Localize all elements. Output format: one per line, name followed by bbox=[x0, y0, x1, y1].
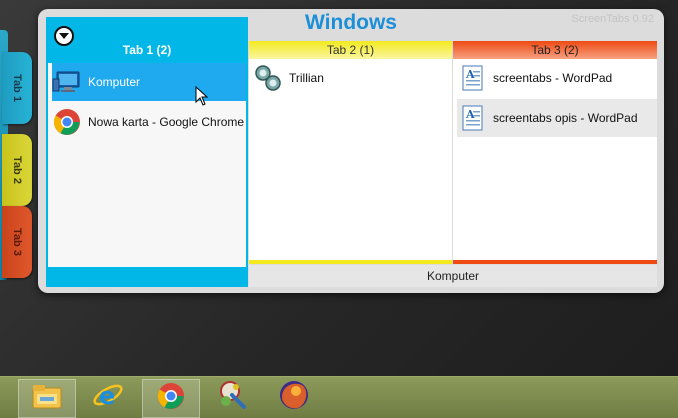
tab-header-2[interactable]: Tab 2 (1) bbox=[249, 41, 452, 59]
trillian-icon bbox=[253, 63, 283, 93]
tab-column-1: Tab 1 (2) Komputer Nowa karta - Google C… bbox=[46, 17, 248, 287]
taskbar: e bbox=[0, 376, 678, 418]
taskbar-internet-explorer[interactable]: e bbox=[80, 379, 136, 416]
brush-icon bbox=[216, 379, 248, 416]
tab-column-2: Tab 2 (1) Trillian bbox=[249, 41, 452, 287]
tab-column-3: Tab 3 (2) A screentabs - WordPad A scree… bbox=[453, 41, 657, 287]
list-item-komputer[interactable]: Komputer bbox=[52, 63, 246, 101]
tab-list-3: A screentabs - WordPad A screentabs opis… bbox=[453, 59, 657, 260]
taskbar-chrome[interactable] bbox=[142, 379, 200, 418]
tab-header-3[interactable]: Tab 3 (2) bbox=[453, 41, 657, 59]
tab-list-2: Trillian bbox=[249, 59, 452, 260]
status-bar: Komputer bbox=[249, 265, 657, 287]
side-tab-label: Tab 1 bbox=[10, 74, 23, 102]
side-tab-3[interactable]: Tab 3 bbox=[2, 206, 32, 278]
item-label: Komputer bbox=[88, 75, 141, 89]
firefox-icon bbox=[278, 379, 310, 416]
item-label: Trillian bbox=[289, 71, 324, 85]
folder-icon bbox=[31, 382, 63, 415]
tab-footer-3 bbox=[453, 260, 657, 264]
list-item-wordpad-1[interactable]: A screentabs - WordPad bbox=[457, 59, 657, 97]
side-tab-1[interactable]: Tab 1 bbox=[2, 52, 32, 124]
chrome-icon bbox=[52, 107, 82, 137]
tab-footer-2 bbox=[249, 260, 452, 264]
wordpad-icon: A bbox=[457, 63, 487, 93]
item-label: screentabs opis - WordPad bbox=[493, 111, 638, 125]
side-tab-2[interactable]: Tab 2 bbox=[2, 134, 32, 206]
computer-icon bbox=[52, 67, 82, 97]
svg-text:A: A bbox=[465, 108, 475, 121]
screentabs-window: Windows ScreenTabs 0.92 Tab 1 (2) Komput… bbox=[38, 9, 664, 293]
item-label: screentabs - WordPad bbox=[493, 71, 613, 85]
svg-text:A: A bbox=[465, 68, 475, 81]
side-tabs: Tab 1 Tab 2 Tab 3 bbox=[0, 30, 40, 280]
item-label: Nowa karta - Google Chrome bbox=[88, 115, 245, 129]
tab-header-1[interactable]: Tab 1 (2) bbox=[46, 41, 248, 59]
side-tab-label: Tab 3 bbox=[10, 228, 23, 256]
ie-icon: e bbox=[92, 379, 124, 416]
tab-list-1: Komputer Nowa karta - Google Chrome bbox=[48, 63, 246, 267]
mouse-cursor-icon bbox=[195, 85, 209, 111]
version-label: ScreenTabs 0.92 bbox=[571, 13, 654, 25]
taskbar-paint-tool[interactable] bbox=[204, 379, 260, 416]
chrome-icon bbox=[156, 381, 186, 416]
list-item-trillian[interactable]: Trillian bbox=[253, 59, 452, 97]
wordpad-icon: A bbox=[457, 103, 487, 133]
svg-text:e: e bbox=[99, 382, 115, 410]
list-item-chrome[interactable]: Nowa karta - Google Chrome bbox=[52, 103, 246, 141]
taskbar-file-explorer[interactable] bbox=[18, 379, 76, 418]
list-item-wordpad-2[interactable]: A screentabs opis - WordPad bbox=[457, 99, 657, 137]
taskbar-firefox[interactable] bbox=[266, 379, 322, 416]
side-tab-label: Tab 2 bbox=[10, 156, 23, 184]
